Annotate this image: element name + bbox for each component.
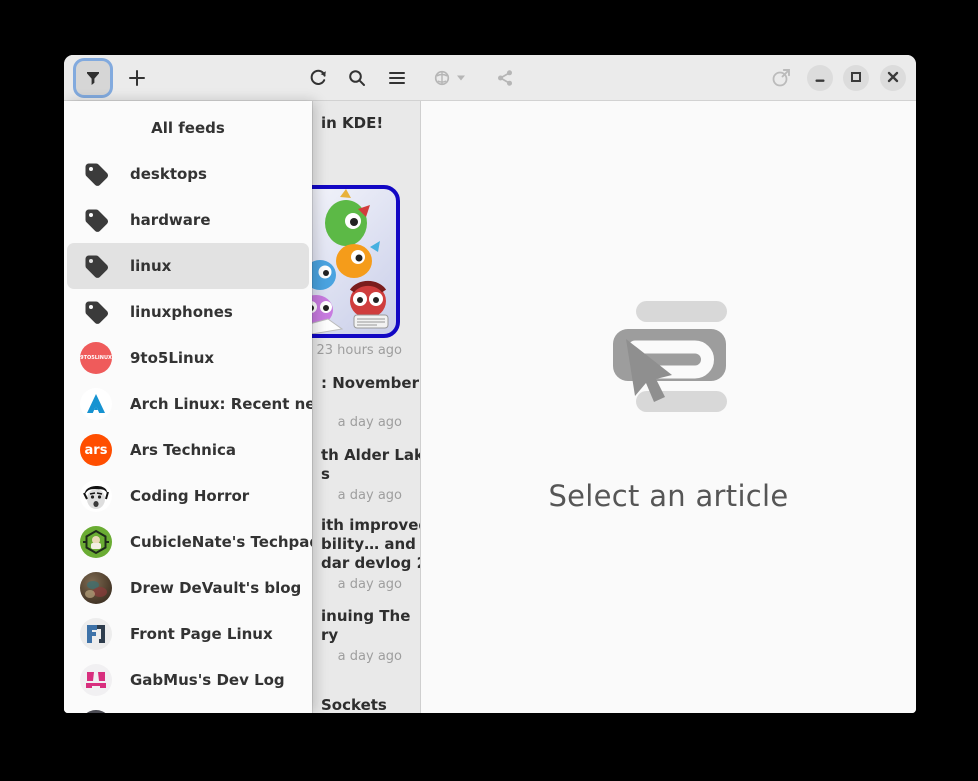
article-timestamp: a day ago [311, 488, 402, 503]
close-button[interactable] [880, 65, 906, 91]
headerbar [64, 55, 916, 101]
article-timestamp: 23 hours ago [311, 343, 402, 358]
feed-row-arch-linux[interactable]: Arch Linux: Recent ne… [64, 381, 312, 427]
feed-favicon-coding-horror [80, 480, 112, 512]
plus-icon [127, 68, 147, 88]
share-icon [495, 68, 515, 88]
globe-icon [433, 68, 469, 88]
refresh-button[interactable] [301, 61, 335, 95]
feed-favicon-9to5linux: 9TO5LINUX [80, 342, 112, 374]
globe-arrow-icon [770, 67, 792, 89]
feed-favicon-arch-linux [80, 388, 112, 420]
tag-icon [80, 296, 112, 328]
tag-icon [80, 250, 112, 282]
feed-label: GabMus's Dev Log [130, 671, 285, 689]
article-title-fragment: th Alder Lake [321, 446, 421, 465]
tag-row-linuxphones[interactable]: linuxphones [64, 289, 312, 335]
feed-row-drew-devault[interactable]: Drew DeVault's blog [64, 565, 312, 611]
tag-row-hardware[interactable]: hardware [64, 197, 312, 243]
search-button[interactable] [340, 61, 374, 95]
article-timestamp: a day ago [311, 577, 402, 592]
tag-row-desktops[interactable]: desktops [64, 151, 312, 197]
feed-row-ars-technica[interactable]: ars Ars Technica [64, 427, 312, 473]
tag-icon [80, 204, 112, 236]
tag-label: desktops [130, 165, 207, 183]
maximize-button[interactable] [843, 65, 869, 91]
feed-label: Ars Technica [130, 441, 236, 459]
article-timestamp: a day ago [311, 649, 402, 664]
feed-row-coding-horror[interactable]: Coding Horror [64, 473, 312, 519]
feed-source-dropdown[interactable] [427, 61, 475, 95]
feed-label: Arch Linux: Recent ne… [130, 395, 312, 413]
share-button[interactable] [488, 61, 522, 95]
tag-label: hardware [130, 211, 211, 229]
feed-label: Coding Horror [130, 487, 249, 505]
feed-row-9to5linux[interactable]: 9TO5LINUX 9to5Linux [64, 335, 312, 381]
article-title-fragment: ith improved [321, 516, 421, 535]
refresh-icon [308, 68, 328, 88]
feed-row-partial[interactable] [64, 703, 312, 713]
hamburger-menu-icon [388, 69, 406, 87]
tag-row-linux-selected[interactable]: linux [67, 243, 309, 289]
open-in-browser-button[interactable] [764, 61, 798, 95]
maximize-icon [849, 70, 863, 87]
feed-favicon-partial [80, 710, 112, 713]
article-timestamp: a day ago [311, 415, 402, 430]
feed-row-gabmus-dev-log[interactable]: GabMus's Dev Log [64, 657, 312, 703]
app-window: in KDE! [64, 55, 916, 713]
article-title-fragment: : November [321, 374, 419, 393]
article-title-fragment: bility… and a [321, 535, 421, 554]
feed-label: 9to5Linux [130, 349, 214, 367]
feeds-popover: All feeds desktops hardware linux [64, 101, 312, 713]
feed-favicon-cubiclenate [80, 526, 112, 558]
tag-icon [80, 158, 112, 190]
feed-label: Drew DeVault's blog [130, 579, 301, 597]
desktop-background: in KDE! [0, 0, 978, 781]
article-title-fragment: ry [321, 626, 338, 645]
feed-row-cubiclenate[interactable]: CubicleNate's Techpad [64, 519, 312, 565]
popover-item-all-feeds[interactable]: All feeds [64, 105, 312, 151]
article-title-fragment: inuing The [321, 607, 410, 626]
minimize-button[interactable] [807, 65, 833, 91]
filter-feeds-button[interactable] [76, 61, 110, 95]
content-pane: Select an article [421, 101, 916, 713]
search-icon [347, 68, 367, 88]
feed-favicon-ars-technica: ars [80, 434, 112, 466]
app-logo-icon [611, 301, 727, 427]
article-title-fragment: s [321, 465, 330, 484]
article-title-fragment: dar devlog 23 [321, 554, 421, 573]
add-feed-button[interactable] [120, 61, 154, 95]
article-title-fragment: in KDE! [321, 114, 383, 133]
feed-favicon-gabmus [80, 664, 112, 696]
feed-favicon-drew-devault [80, 572, 112, 604]
tag-label: linuxphones [130, 303, 233, 321]
feed-label: Front Page Linux [130, 625, 273, 643]
empty-state-message: Select an article [548, 479, 788, 513]
filter-icon [83, 68, 103, 88]
minimize-icon [813, 70, 827, 87]
feed-row-front-page-linux[interactable]: Front Page Linux [64, 611, 312, 657]
menu-button[interactable] [380, 61, 414, 95]
tag-label: linux [130, 257, 171, 275]
article-title-fragment: Sockets [321, 696, 387, 713]
close-icon [886, 70, 900, 87]
feed-favicon-front-page-linux [80, 618, 112, 650]
feed-label: CubicleNate's Techpad [130, 533, 312, 551]
